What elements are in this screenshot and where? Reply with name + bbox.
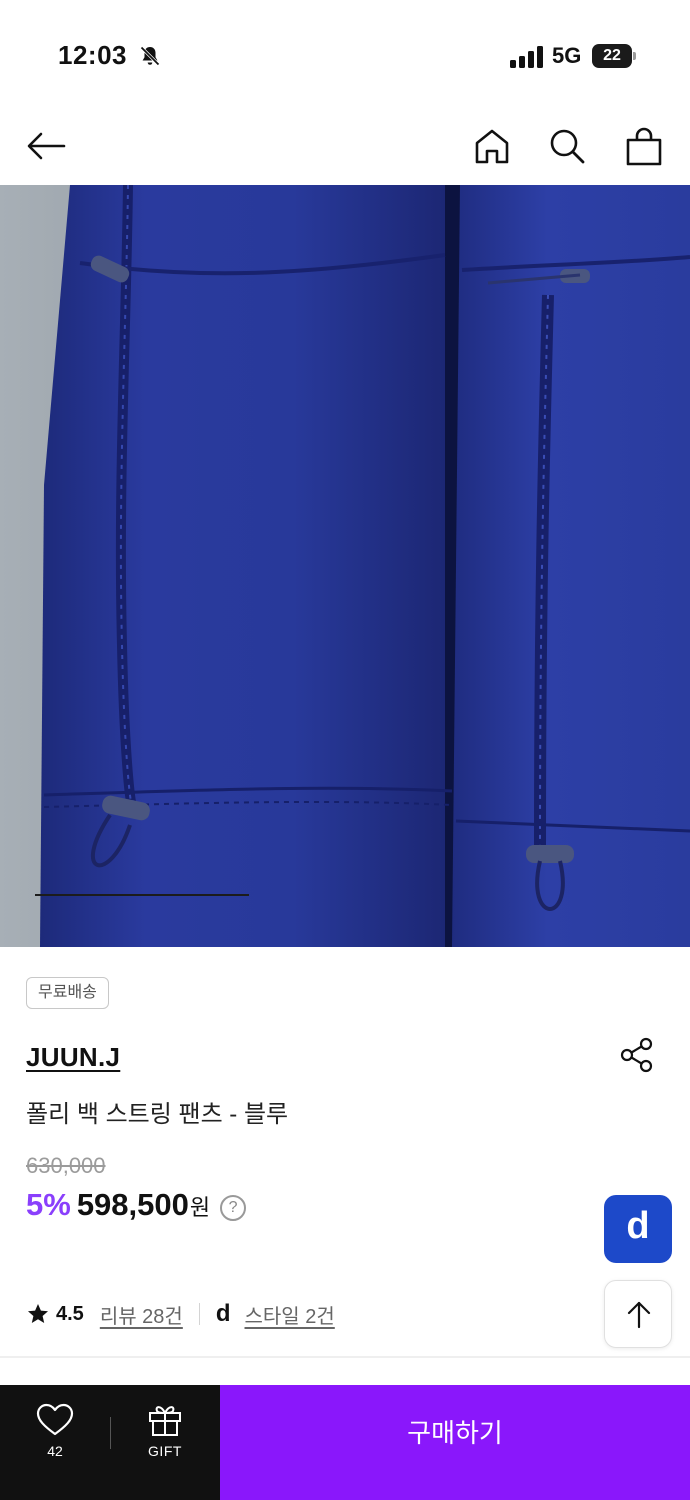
- product-photo: [0, 185, 690, 947]
- like-button[interactable]: 42: [10, 1403, 100, 1473]
- heart-icon: [36, 1403, 74, 1436]
- gift-button[interactable]: GIFT: [120, 1403, 210, 1473]
- d-floating-button[interactable]: d: [604, 1195, 672, 1263]
- star-icon: [28, 1304, 48, 1323]
- home-icon[interactable]: [470, 124, 514, 168]
- bottom-action-bar: 42 GIFT 구매하기: [0, 1385, 690, 1500]
- style-link[interactable]: 스타일 2건: [245, 1300, 335, 1329]
- share-icon[interactable]: [617, 1035, 657, 1075]
- free-shipping-badge: 무료배송: [26, 977, 109, 1009]
- original-price: 630,000: [26, 1153, 106, 1178]
- review-link[interactable]: 리뷰 28건: [100, 1300, 183, 1329]
- divider: [198, 1303, 200, 1325]
- network-type: 5G: [552, 43, 582, 68]
- gift-label: GIFT: [148, 1443, 182, 1459]
- section-divider: [0, 1356, 690, 1358]
- product-image[interactable]: [0, 185, 690, 947]
- currency-unit: 원: [189, 1195, 211, 1220]
- search-icon[interactable]: [545, 124, 589, 168]
- status-bar: 12:03 5G 22: [0, 0, 690, 100]
- product-name: 폴리 백 스트링 팬츠 - 블루: [26, 1101, 289, 1128]
- divider: [110, 1417, 111, 1449]
- gift-icon: [149, 1406, 181, 1436]
- like-count: 42: [47, 1443, 63, 1459]
- d-logo-icon: d: [215, 1300, 231, 1327]
- arrow-up-icon: [627, 1301, 651, 1329]
- bell-off-icon: [140, 46, 160, 66]
- battery-level: 22: [603, 47, 621, 64]
- rating-score: 4.5: [56, 1302, 84, 1325]
- arrow-left-icon[interactable]: [24, 124, 68, 168]
- brand-link[interactable]: JUUN.J: [26, 1042, 120, 1073]
- rating-row: 4.5 리뷰 28건 d 스타일 2건: [26, 1298, 335, 1330]
- image-progress-indicator: [35, 894, 249, 896]
- price-help-icon[interactable]: ?: [220, 1195, 247, 1221]
- status-time: 12:03: [58, 40, 127, 70]
- price-row: 5% 598,500원?: [26, 1187, 247, 1227]
- scroll-top-button[interactable]: [604, 1280, 672, 1348]
- sale-price: 598,500: [76, 1187, 189, 1222]
- buy-button[interactable]: 구매하기: [220, 1385, 690, 1500]
- top-nav-bar: [0, 110, 690, 185]
- shopping-bag-icon[interactable]: [622, 124, 666, 168]
- signal-icon: [510, 46, 543, 68]
- battery-icon: 22: [592, 44, 636, 68]
- discount-rate: 5%: [26, 1187, 71, 1222]
- bottom-left-panel: 42 GIFT: [0, 1385, 220, 1500]
